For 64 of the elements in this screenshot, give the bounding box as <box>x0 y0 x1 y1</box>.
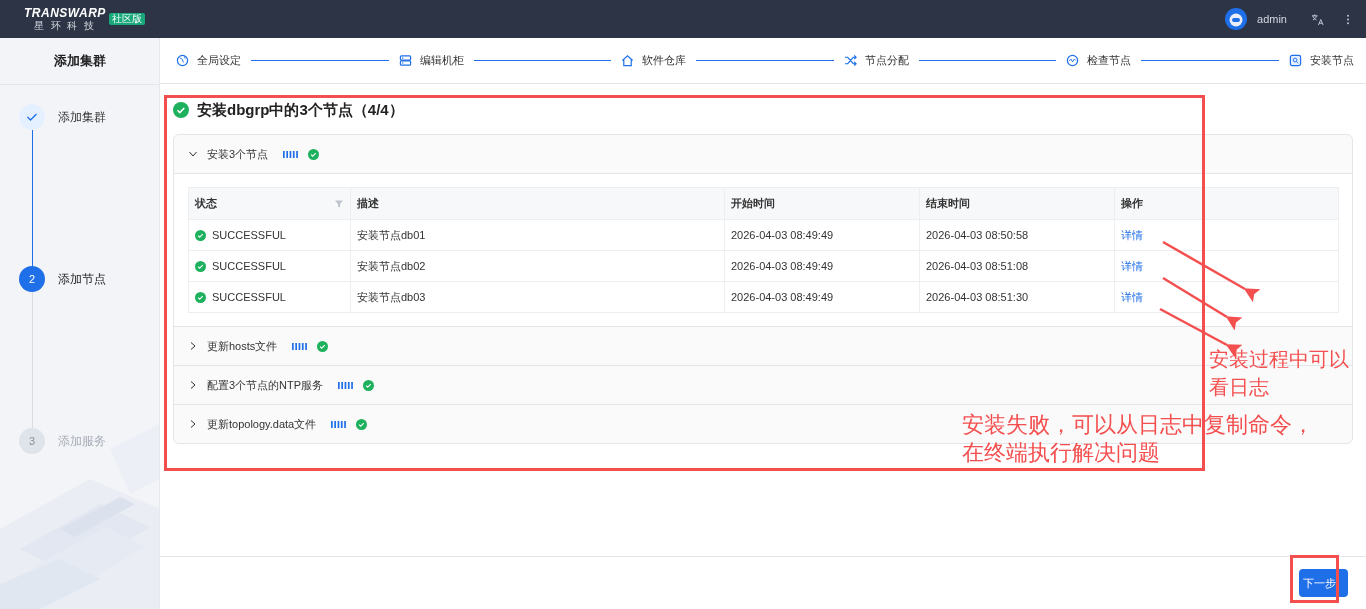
step-number: 2 <box>19 266 45 292</box>
status-cell: SUCCESSFUL <box>188 250 351 282</box>
column-header: 开始时间 <box>724 187 920 220</box>
avatar-icon[interactable] <box>1225 8 1248 30</box>
check-chart-icon <box>1066 54 1080 67</box>
table-cell: 2026-04-03 08:50:58 <box>919 219 1115 251</box>
progress-step: 检查节点 <box>1066 53 1132 68</box>
install-icon <box>1288 54 1302 67</box>
progress-step: 全局设定 <box>176 53 241 68</box>
chevron-right-icon <box>188 341 198 351</box>
task-title: 安装dbgrp中的3个节点（4/4） <box>197 100 404 120</box>
panel-header[interactable]: 安装3个节点 <box>188 146 320 162</box>
details-link[interactable]: 详情 <box>1121 228 1143 241</box>
edition-badge: 社区版 <box>108 13 145 25</box>
globe-icon <box>176 54 189 67</box>
shuffle-icon <box>843 54 857 67</box>
column-header: 描述 <box>350 187 725 220</box>
table-cell: 2026-04-03 08:49:49 <box>724 250 920 282</box>
next-button[interactable]: 下一步 <box>1299 569 1348 597</box>
highlight-frame <box>1290 555 1339 603</box>
progress-step: 安装节点 <box>1288 53 1354 68</box>
status-cell: SUCCESSFUL <box>188 219 351 251</box>
logo-text: TRANSWARP <box>24 7 106 20</box>
table-cell: 2026-04-03 08:49:49 <box>724 219 920 251</box>
logo-subtitle: 星 环 科 技 <box>33 20 97 31</box>
user-name[interactable]: admin <box>1257 13 1287 25</box>
language-icon[interactable] <box>1311 12 1324 26</box>
panel-header[interactable]: 配置3个节点的NTP服务 <box>188 377 375 393</box>
progress-step: 软件仓库 <box>621 53 687 68</box>
annotation-text: 安装失败，可以从日志中复制命令，在终端执行解决问题 <box>962 411 1315 467</box>
panel-header[interactable]: 更新topology.data文件 <box>188 416 368 432</box>
progress-bars-icon <box>292 342 309 350</box>
table-cell: 安装节点db03 <box>350 281 725 313</box>
more-icon[interactable] <box>1346 12 1350 26</box>
details-link[interactable]: 详情 <box>1121 259 1143 272</box>
progress-step: 节点分配 <box>843 53 909 68</box>
success-icon <box>195 229 206 241</box>
step-label: 添加集群 <box>58 108 106 126</box>
server-icon <box>398 54 412 67</box>
table-cell: 安装节点db01 <box>350 219 725 251</box>
table-cell: 2026-04-03 08:51:08 <box>919 250 1115 282</box>
step-number: 3 <box>19 428 45 454</box>
house-icon <box>621 54 635 67</box>
chevron-right-icon <box>188 419 198 429</box>
column-header: 操作 <box>1114 187 1339 220</box>
success-icon <box>195 260 206 272</box>
table-cell: 2026-04-03 08:51:30 <box>919 281 1115 313</box>
column-header: 状态 <box>188 187 351 220</box>
details-link[interactable]: 详情 <box>1121 290 1143 303</box>
sidebar-title: 添加集群 <box>0 38 159 85</box>
success-icon <box>195 291 206 303</box>
table-cell: 安装节点db02 <box>350 250 725 282</box>
panel-header[interactable]: 更新hosts文件 <box>188 338 329 354</box>
progress-step: 编辑机柜 <box>398 53 464 68</box>
chevron-right-icon <box>188 380 198 390</box>
column-header: 结束时间 <box>919 187 1115 220</box>
status-cell: SUCCESSFUL <box>188 281 351 313</box>
progress-bars-icon <box>338 381 355 389</box>
table-cell: 2026-04-03 08:49:49 <box>724 281 920 313</box>
step-label: 添加节点 <box>58 270 106 288</box>
chevron-down-icon <box>188 149 198 159</box>
step-label: 添加服务 <box>58 432 106 450</box>
progress-bars-icon <box>331 420 348 428</box>
progress-bars-icon <box>283 150 300 158</box>
